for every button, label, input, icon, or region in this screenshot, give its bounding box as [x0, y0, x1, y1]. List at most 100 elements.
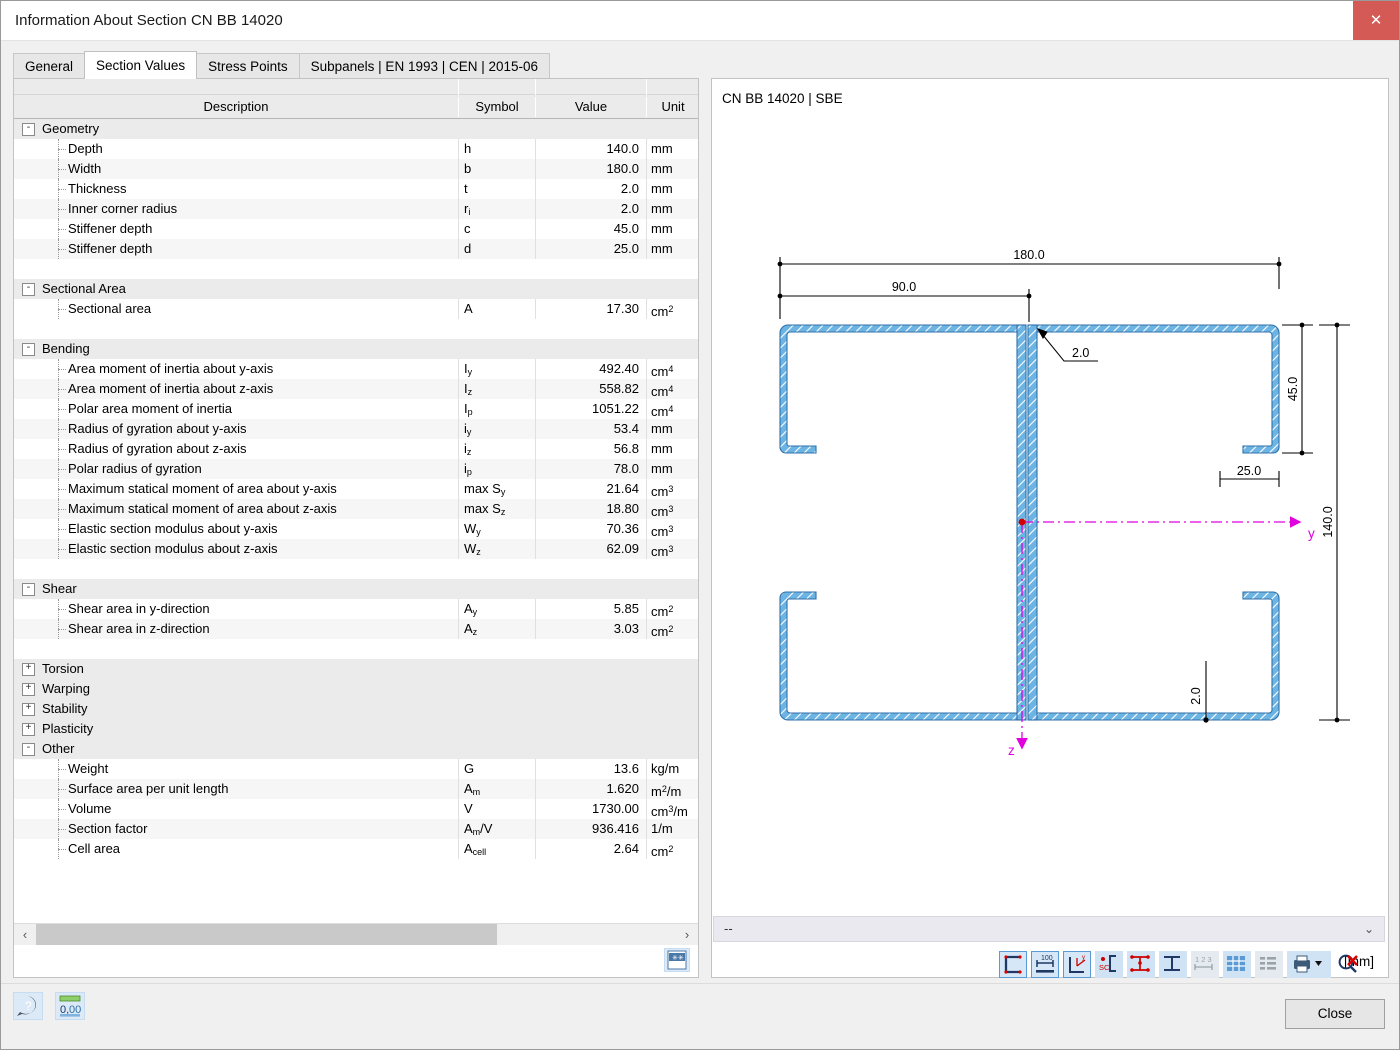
- show-section-shape-icon[interactable]: [999, 950, 1027, 978]
- row-description: Polar area moment of inertia: [68, 401, 233, 416]
- row-description: Shear area in y-direction: [68, 601, 210, 616]
- row-value: 2.64: [613, 841, 639, 856]
- decimal-places-icon[interactable]: 0, 00: [55, 992, 85, 1020]
- show-parts-icon[interactable]: [1159, 950, 1187, 978]
- group-header-geometry[interactable]: - Geometry: [14, 119, 698, 139]
- chevron-down-icon[interactable]: ⌄: [1364, 922, 1374, 936]
- table-row[interactable]: Maximum statical moment of area about z-…: [14, 499, 698, 519]
- column-header-value[interactable]: Value: [536, 95, 646, 119]
- show-shear-center-icon[interactable]: SC: [1095, 950, 1123, 978]
- group-toggle-icon[interactable]: -: [22, 583, 35, 596]
- row-value: 62.09: [606, 541, 639, 556]
- row-description: Inner corner radius: [68, 201, 178, 216]
- show-grid-icon[interactable]: [1223, 950, 1251, 978]
- table-row[interactable]: Surface area per unit length Am 1.620 m2/m: [14, 779, 698, 799]
- group-header-stability[interactable]: + Stability: [14, 699, 698, 719]
- group-header-bending[interactable]: - Bending: [14, 339, 698, 359]
- window-title: Information About Section CN BB 14020: [15, 12, 283, 29]
- row-description: Shear area in z-direction: [68, 621, 210, 636]
- drawing-selection-combo[interactable]: -- ⌄: [713, 916, 1385, 942]
- group-header-other[interactable]: - Other: [14, 739, 698, 759]
- row-value: 78.0: [613, 461, 639, 476]
- group-label: Torsion: [42, 661, 84, 676]
- table-row[interactable]: Width b 180.0 mm: [14, 159, 698, 179]
- group-header-plasticity[interactable]: + Plasticity: [14, 719, 698, 739]
- svg-text:1 2 3: 1 2 3: [1195, 955, 1212, 964]
- table-row[interactable]: Elastic section modulus about z-axis Wz 62…: [14, 539, 698, 559]
- table-row[interactable]: Volume V 1730.00 cm3/m: [14, 799, 698, 819]
- show-stress-points-icon[interactable]: [1127, 950, 1155, 978]
- row-description: Elastic section modulus about z-axis: [68, 541, 278, 556]
- group-toggle-icon[interactable]: +: [22, 683, 35, 696]
- scroll-left-arrow[interactable]: ‹: [14, 924, 36, 945]
- table-row[interactable]: Polar radius of gyration ip 78.0 mm: [14, 459, 698, 479]
- table-row[interactable]: Shear area in z-direction Az 3.03 cm2: [14, 619, 698, 639]
- row-value: 70.36: [606, 521, 639, 536]
- horizontal-scrollbar[interactable]: ‹ ›: [14, 923, 698, 945]
- group-toggle-icon[interactable]: -: [22, 123, 35, 136]
- group-toggle-icon[interactable]: -: [22, 283, 35, 296]
- table-row[interactable]: Area moment of inertia about z-axis Iz 558…: [14, 379, 698, 399]
- column-header-unit[interactable]: Unit: [647, 95, 699, 119]
- show-numbering-icon[interactable]: 1 2 3: [1191, 950, 1219, 978]
- show-dimensions-icon[interactable]: 100: [1031, 950, 1059, 978]
- tab-general[interactable]: General: [13, 53, 86, 79]
- table-row[interactable]: Maximum statical moment of area about y-…: [14, 479, 698, 499]
- column-header-symbol[interactable]: Symbol: [459, 95, 535, 119]
- dimension-label-stiffener-d: 25.0: [1237, 464, 1261, 478]
- export-table-icon[interactable]: ✳✳: [664, 948, 690, 972]
- zoom-reset-icon[interactable]: [1335, 951, 1363, 978]
- table-row[interactable]: Sectional area A 17.30 cm2: [14, 299, 698, 319]
- axis-label-z: z: [1008, 743, 1015, 758]
- group-toggle-icon[interactable]: +: [22, 723, 35, 736]
- group-toggle-icon[interactable]: -: [22, 343, 35, 356]
- scroll-right-arrow[interactable]: ›: [676, 924, 698, 945]
- window-close-button[interactable]: ✕: [1353, 1, 1399, 40]
- group-spacer: [14, 639, 698, 659]
- table-row[interactable]: Elastic section modulus about y-axis Wy 70…: [14, 519, 698, 539]
- table-row[interactable]: Shear area in y-direction Ay 5.85 cm2: [14, 599, 698, 619]
- row-value: 21.64: [606, 481, 639, 496]
- tab-strip: General Section Values Stress Points Subpan…: [1, 41, 1399, 79]
- table-row[interactable]: Polar area moment of inertia Ip 1051.22 cm4: [14, 399, 698, 419]
- print-dropdown-icon[interactable]: [1287, 950, 1331, 978]
- table-row[interactable]: Stiffener depth d 25.0 mm: [14, 239, 698, 259]
- table-row[interactable]: Cell area Acell 2.64 cm2: [14, 839, 698, 859]
- table-row[interactable]: Stiffener depth c 45.0 mm: [14, 219, 698, 239]
- scroll-track[interactable]: [36, 924, 676, 945]
- group-header-torsion[interactable]: + Torsion: [14, 659, 698, 679]
- table-row[interactable]: Weight G 13.6 kg/m: [14, 759, 698, 779]
- show-table-icon[interactable]: [1255, 950, 1283, 978]
- group-toggle-icon[interactable]: +: [22, 663, 35, 676]
- tab-section-values[interactable]: Section Values: [84, 51, 198, 79]
- help-icon[interactable]: ?: [13, 992, 43, 1020]
- group-header-sectional-area[interactable]: - Sectional Area: [14, 279, 698, 299]
- row-value: 2.0: [620, 201, 639, 216]
- table-row[interactable]: Depth h 140.0 mm: [14, 139, 698, 159]
- table-row[interactable]: Inner corner radius ri 2.0 mm: [14, 199, 698, 219]
- column-header-description[interactable]: Description: [14, 95, 458, 119]
- section-drawing[interactable]: 180.0 90.0 2.0 45.0 25.0 140.0 2.0 y z: [712, 79, 1388, 977]
- tab-subpanels-en-1993-cen-2015-06[interactable]: Subpanels | EN 1993 | CEN | 2015-06: [298, 53, 551, 79]
- tab-stress-points[interactable]: Stress Points: [196, 53, 300, 79]
- row-unit: mm: [651, 421, 673, 436]
- section-values-panel: Description Symbol Value Unit - Geometry D…: [13, 78, 699, 978]
- show-axes-icon[interactable]: y: [1063, 950, 1091, 978]
- row-symbol: h: [464, 141, 472, 156]
- drawing-toolbar: 100 y SC 1 2 3: [999, 950, 1367, 978]
- group-header-shear[interactable]: - Shear: [14, 579, 698, 599]
- table-row[interactable]: Radius of gyration about z-axis iz 56.8 mm: [14, 439, 698, 459]
- table-row[interactable]: Section factor Am/V 936.416 1/m: [14, 819, 698, 839]
- close-button[interactable]: Close: [1285, 999, 1385, 1029]
- group-toggle-icon[interactable]: -: [22, 743, 35, 756]
- table-row[interactable]: Thickness t 2.0 mm: [14, 179, 698, 199]
- table-row[interactable]: Radius of gyration about y-axis iy 53.4 mm: [14, 419, 698, 439]
- table-row[interactable]: Area moment of inertia about y-axis Iy 492…: [14, 359, 698, 379]
- group-toggle-icon[interactable]: +: [22, 703, 35, 716]
- svg-text:SC: SC: [1099, 963, 1110, 972]
- group-label: Stability: [42, 701, 88, 716]
- group-label: Plasticity: [42, 721, 94, 736]
- group-header-warping[interactable]: + Warping: [14, 679, 698, 699]
- group-label: Warping: [42, 681, 90, 696]
- scroll-thumb[interactable]: [36, 924, 497, 945]
